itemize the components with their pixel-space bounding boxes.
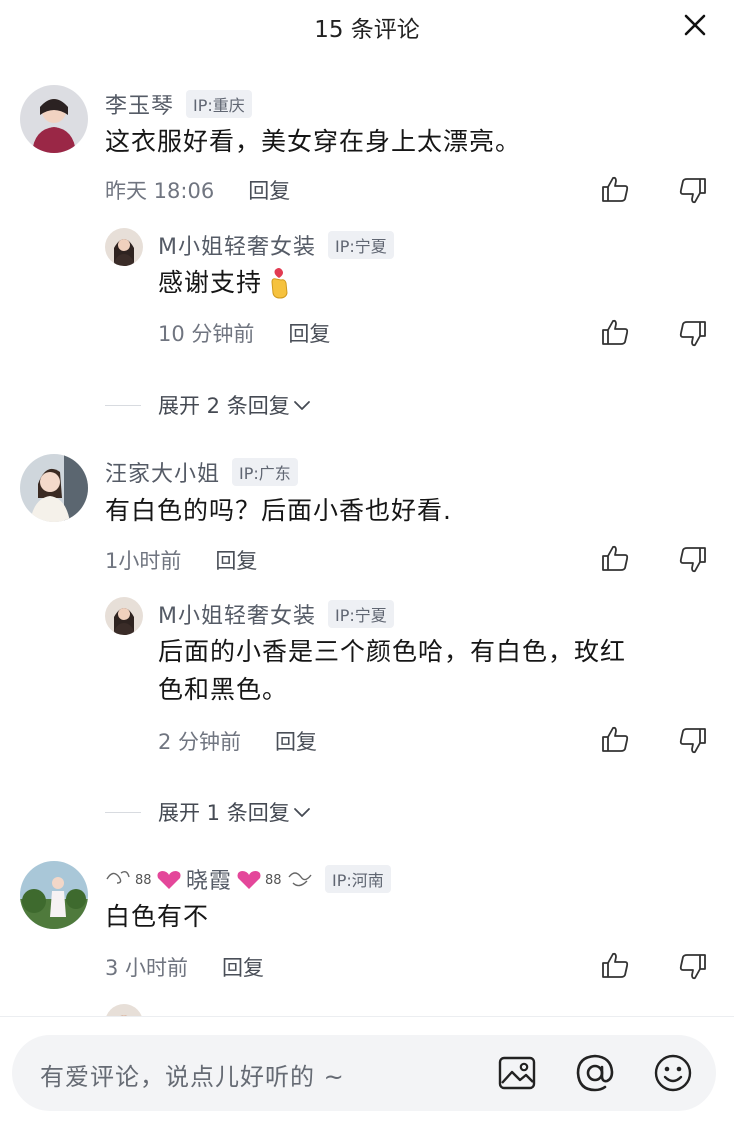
avatar[interactable] [20, 861, 88, 929]
comment-time: 3 小时前 [105, 956, 189, 980]
thumb-up-icon[interactable] [600, 317, 630, 347]
comment-time: 1小时前 [105, 549, 182, 573]
ip-location-badge: IP:宁夏 [327, 600, 394, 628]
avatar[interactable] [20, 454, 88, 522]
close-icon[interactable] [682, 12, 708, 38]
reply-time: 2 分钟前 [158, 730, 242, 754]
thumb-down-icon[interactable] [678, 952, 708, 982]
avatar[interactable] [20, 85, 88, 153]
comments-count-title: 15 条评论 [314, 17, 420, 43]
divider [105, 812, 141, 813]
ip-location-badge: IP:宁夏 [327, 231, 394, 259]
deco-swirl-icon: 88 [105, 867, 155, 891]
divider [105, 405, 141, 406]
expand-replies-button[interactable]: 展开 2 条回复 [158, 390, 312, 420]
expand-replies-label: 展开 1 条回复 [158, 801, 290, 825]
expand-replies-label: 展开 2 条回复 [158, 394, 290, 418]
username[interactable]: 汪家大小姐 [105, 456, 220, 488]
deco-swirl-icon: 88 [263, 867, 313, 891]
comments-header: 15 条评论 [0, 0, 734, 52]
ip-location-badge: IP:广东 [232, 458, 298, 486]
username[interactable]: M小姐轻奢女装 [158, 598, 316, 630]
username[interactable]: M小姐轻奢女装 [158, 229, 316, 261]
pink-heart-gem-icon [155, 867, 183, 891]
image-icon[interactable] [496, 1052, 538, 1094]
expand-replies-button[interactable]: 展开 1 条回复 [158, 797, 312, 827]
thumb-down-icon[interactable] [678, 176, 708, 206]
reply-text: 后面的小香是三个颜色哈，有白色，玫红 色和黑色。 [158, 633, 626, 709]
thumb-down-icon[interactable] [678, 545, 708, 575]
reply-text-line: 后面的小香是三个颜色哈，有白色，玫红 [158, 637, 627, 666]
reply-text-line: 色和黑色。 [158, 675, 289, 704]
chevron-down-icon [292, 395, 312, 415]
ip-location-badge: IP:河南 [325, 865, 391, 893]
avatar[interactable] [105, 597, 143, 635]
chevron-down-icon [292, 802, 312, 822]
at-icon[interactable] [574, 1052, 616, 1094]
comment-text: 有白色的吗？后面小香也好看. [105, 496, 452, 525]
avatar[interactable] [105, 228, 143, 266]
thumb-up-icon[interactable] [600, 724, 630, 754]
comment-time: 昨天 18:06 [105, 179, 215, 203]
expand-replies[interactable]: 展开 1 条回复 [0, 797, 734, 827]
comment-text: 白色有不 [105, 902, 210, 931]
thumb-up-icon[interactable] [600, 174, 630, 204]
emoji-icon[interactable] [652, 1052, 694, 1094]
svg-text:88: 88 [265, 873, 282, 888]
comment-input-bar: 有爱评论，说点儿好听的 ~ [0, 1016, 734, 1130]
reply-button[interactable]: 回复 [215, 545, 257, 575]
reply-text: 感谢支持 [158, 264, 292, 302]
username[interactable]: 晓霞 [186, 863, 232, 895]
reply-button[interactable]: 回复 [222, 952, 264, 982]
username[interactable]: 李玉琴 [105, 88, 174, 120]
comment-input-placeholder: 有爱评论，说点儿好听的 ~ [40, 1063, 345, 1091]
thumb-down-icon[interactable] [678, 319, 708, 349]
reply-text-content: 感谢支持 [158, 268, 263, 297]
svg-text:88: 88 [135, 873, 152, 888]
expand-replies[interactable]: 展开 2 条回复 [0, 390, 734, 420]
reply-button[interactable]: 回复 [248, 175, 290, 205]
reply-button[interactable]: 回复 [288, 318, 330, 348]
reply-time: 10 分钟前 [158, 322, 255, 346]
pink-heart-gem-icon [235, 867, 263, 891]
heart-hand-emoji-icon [266, 266, 292, 300]
comment-text: 这衣服好看，美女穿在身上太漂亮。 [105, 127, 522, 156]
reply-button[interactable]: 回复 [275, 726, 317, 756]
comment-input[interactable]: 有爱评论，说点儿好听的 ~ [12, 1035, 716, 1111]
thumb-up-icon[interactable] [600, 543, 630, 573]
thumb-up-icon[interactable] [600, 950, 630, 980]
ip-location-badge: IP:重庆 [186, 90, 252, 118]
thumb-down-icon[interactable] [678, 726, 708, 756]
